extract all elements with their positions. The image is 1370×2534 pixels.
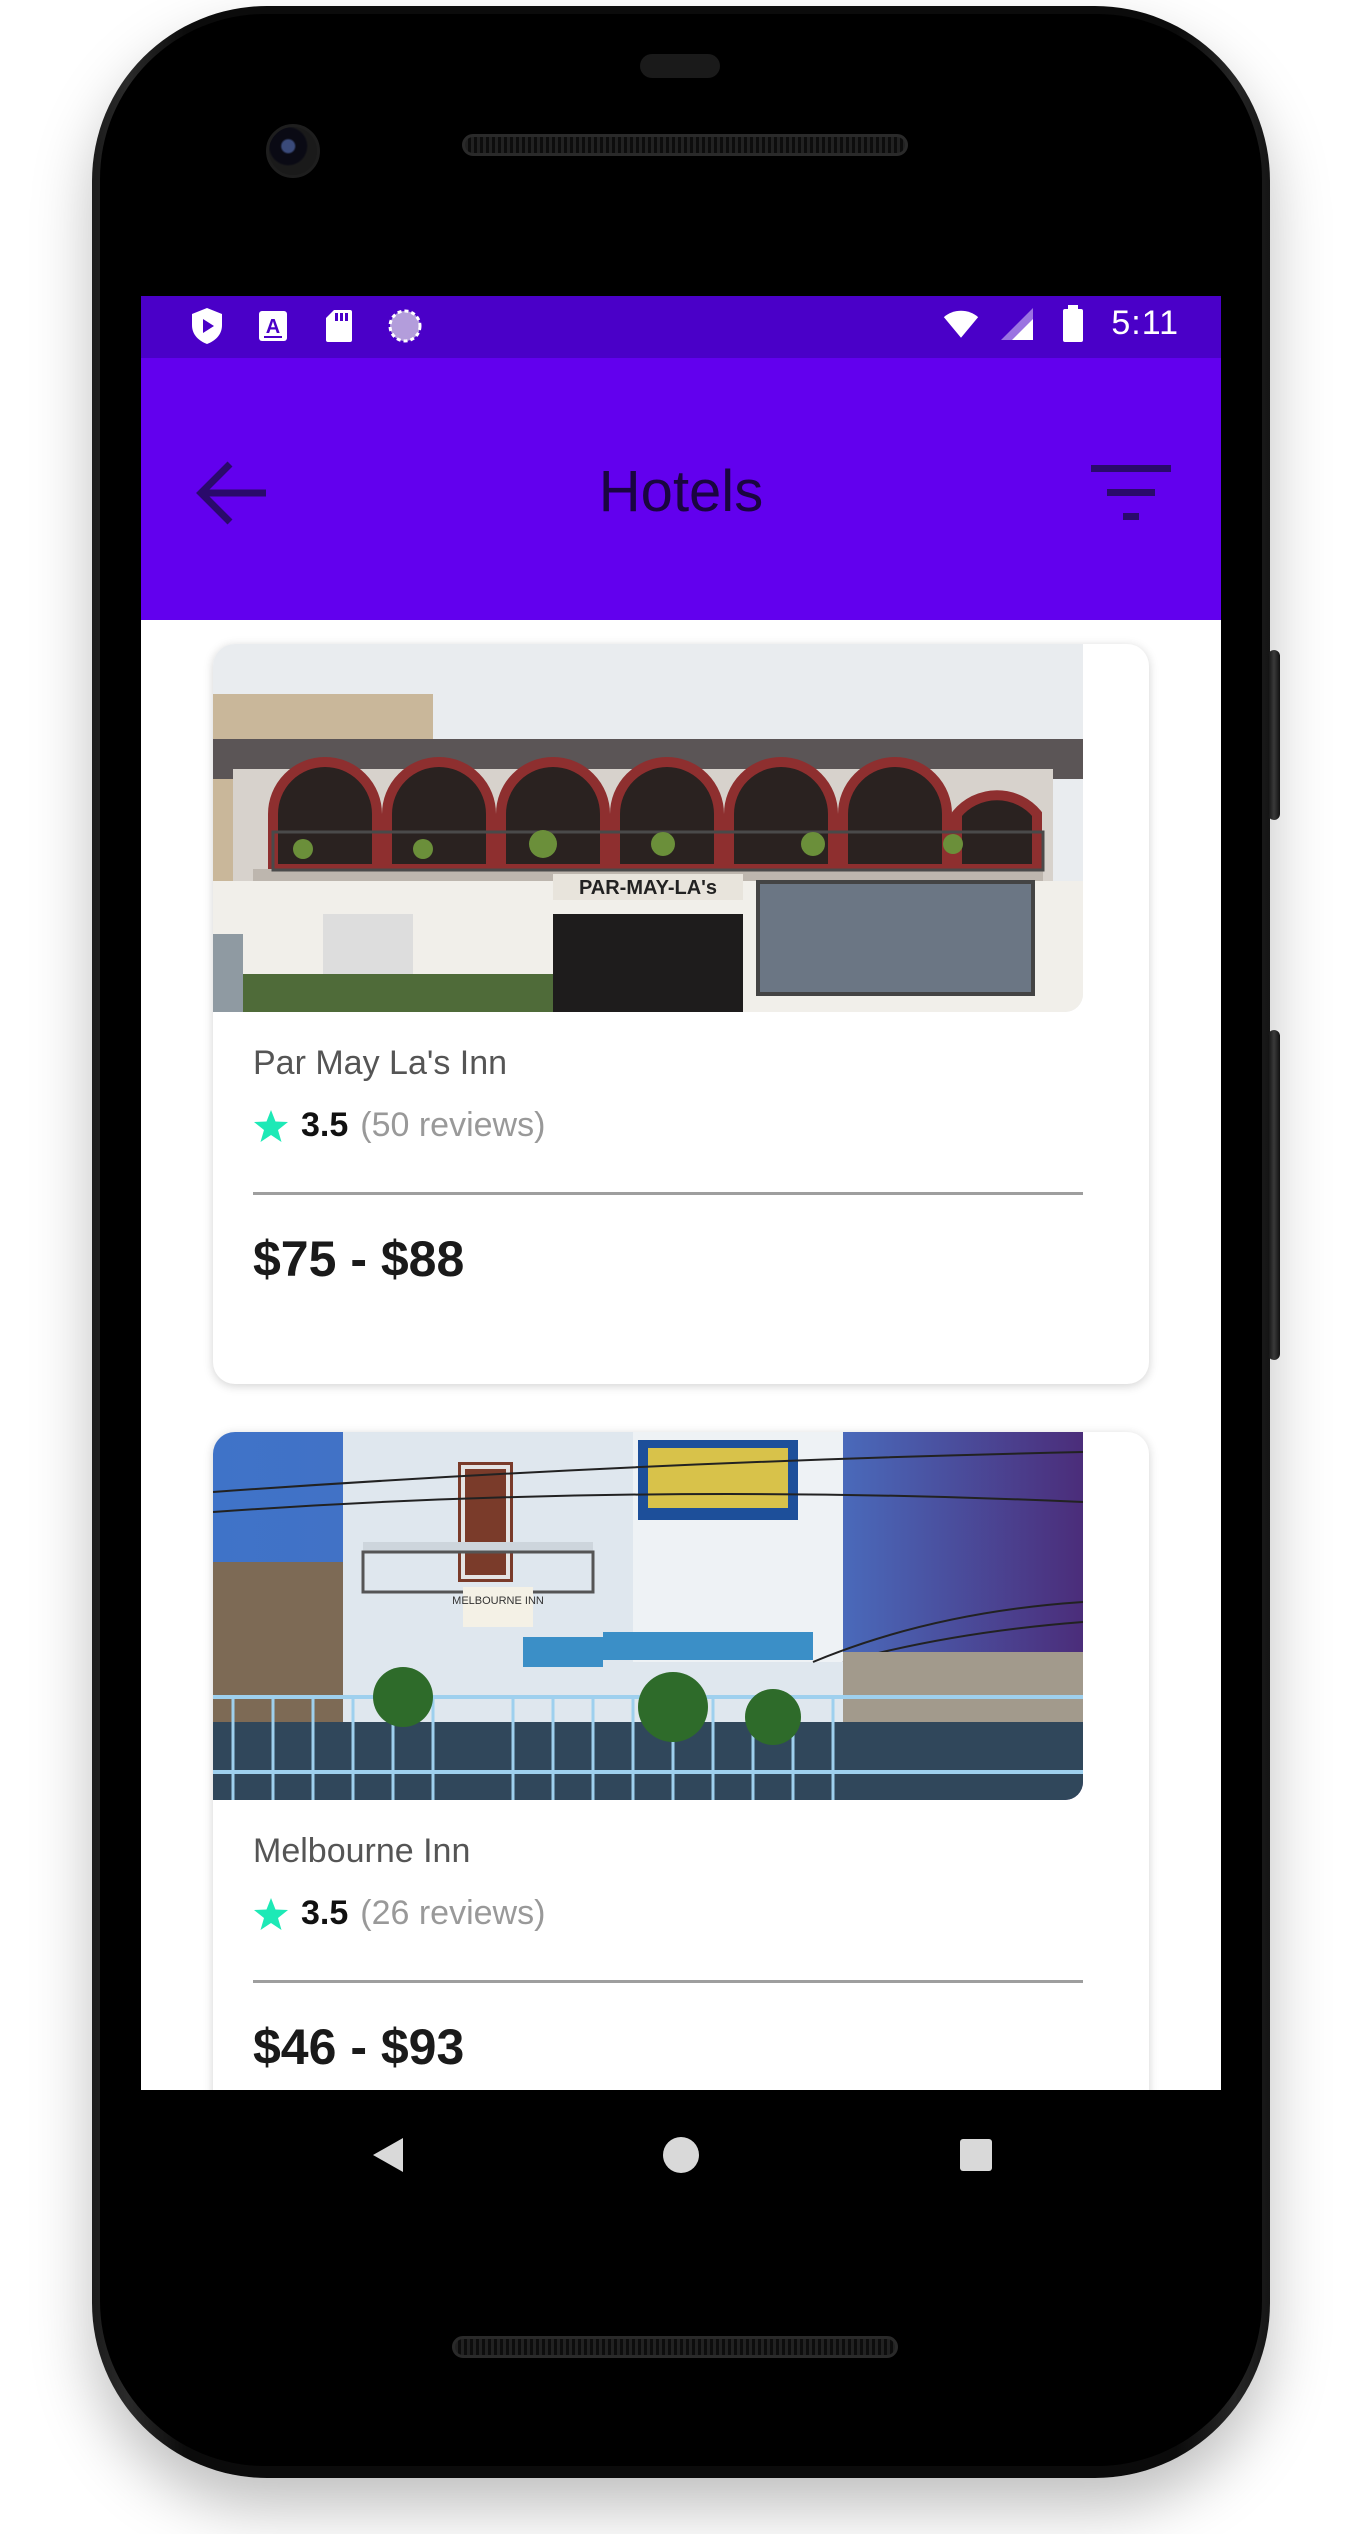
price-range: $75 - $88 [253,1231,465,1287]
hotel-photo: PAR-MAY-LA's [213,644,1083,1012]
volume-button [1268,1030,1280,1360]
rating-row: 3.5 (26 reviews) [253,1894,545,1933]
sd-card-icon [321,308,357,344]
nav-back-button[interactable] [353,2120,423,2190]
wifi-icon [943,306,979,342]
back-triangle-icon [373,2138,403,2172]
screen: A 5:11 Hotels PAR-MAY-LA's Par May La's … [141,296,1221,2090]
hotel-card[interactable]: MELBOURNE INN Melbourne Inn 3.5 (26 revi… [213,1432,1149,2090]
divider [253,1980,1083,1983]
system-nav-bar [141,2090,1221,2220]
hotel-card[interactable]: PAR-MAY-LA's Par May La's Inn 3.5 (50 re… [213,644,1149,1384]
filter-button[interactable] [1081,448,1181,538]
hotel-list[interactable]: PAR-MAY-LA's Par May La's Inn 3.5 (50 re… [141,620,1221,2090]
front-camera [266,124,320,178]
rating-row: 3.5 (50 reviews) [253,1106,545,1145]
app-bar: Hotels [141,358,1221,620]
hotel-name: Melbourne Inn [253,1832,471,1870]
price-range: $46 - $93 [253,2019,465,2075]
star-icon [254,1109,288,1142]
filter-icon [1091,465,1171,520]
hotel-name: Par May La's Inn [253,1044,508,1082]
earpiece [640,54,720,78]
page-title: Hotels [598,459,764,524]
status-clock: 5:11 [1111,304,1179,342]
recents-square-icon [960,2139,992,2171]
hotel-photo: MELBOURNE INN [213,1432,1083,1800]
power-button [1268,650,1280,820]
hotel-sign: PAR-MAY-LA's [579,877,717,899]
bottom-speaker [452,2336,898,2358]
sync-circle-icon [387,308,423,344]
rating-value: 3.5 [301,1106,349,1144]
nav-recents-button[interactable] [941,2120,1011,2190]
nav-home-button[interactable] [646,2120,716,2190]
review-count: (50 reviews) [360,1106,546,1144]
cell-signal-icon [999,306,1035,342]
shield-play-icon [189,308,225,344]
text-a-icon: A [255,308,291,344]
battery-icon [1055,304,1091,342]
svg-text:A: A [266,316,280,338]
rating-value: 3.5 [301,1894,349,1932]
star-icon [254,1897,288,1930]
divider [253,1192,1083,1195]
hotel-sign: MELBOURNE INN [452,1595,544,1607]
top-speaker [462,134,908,156]
home-circle-icon [663,2137,699,2173]
review-count: (26 reviews) [360,1894,546,1932]
status-bar: A 5:11 [141,296,1221,358]
